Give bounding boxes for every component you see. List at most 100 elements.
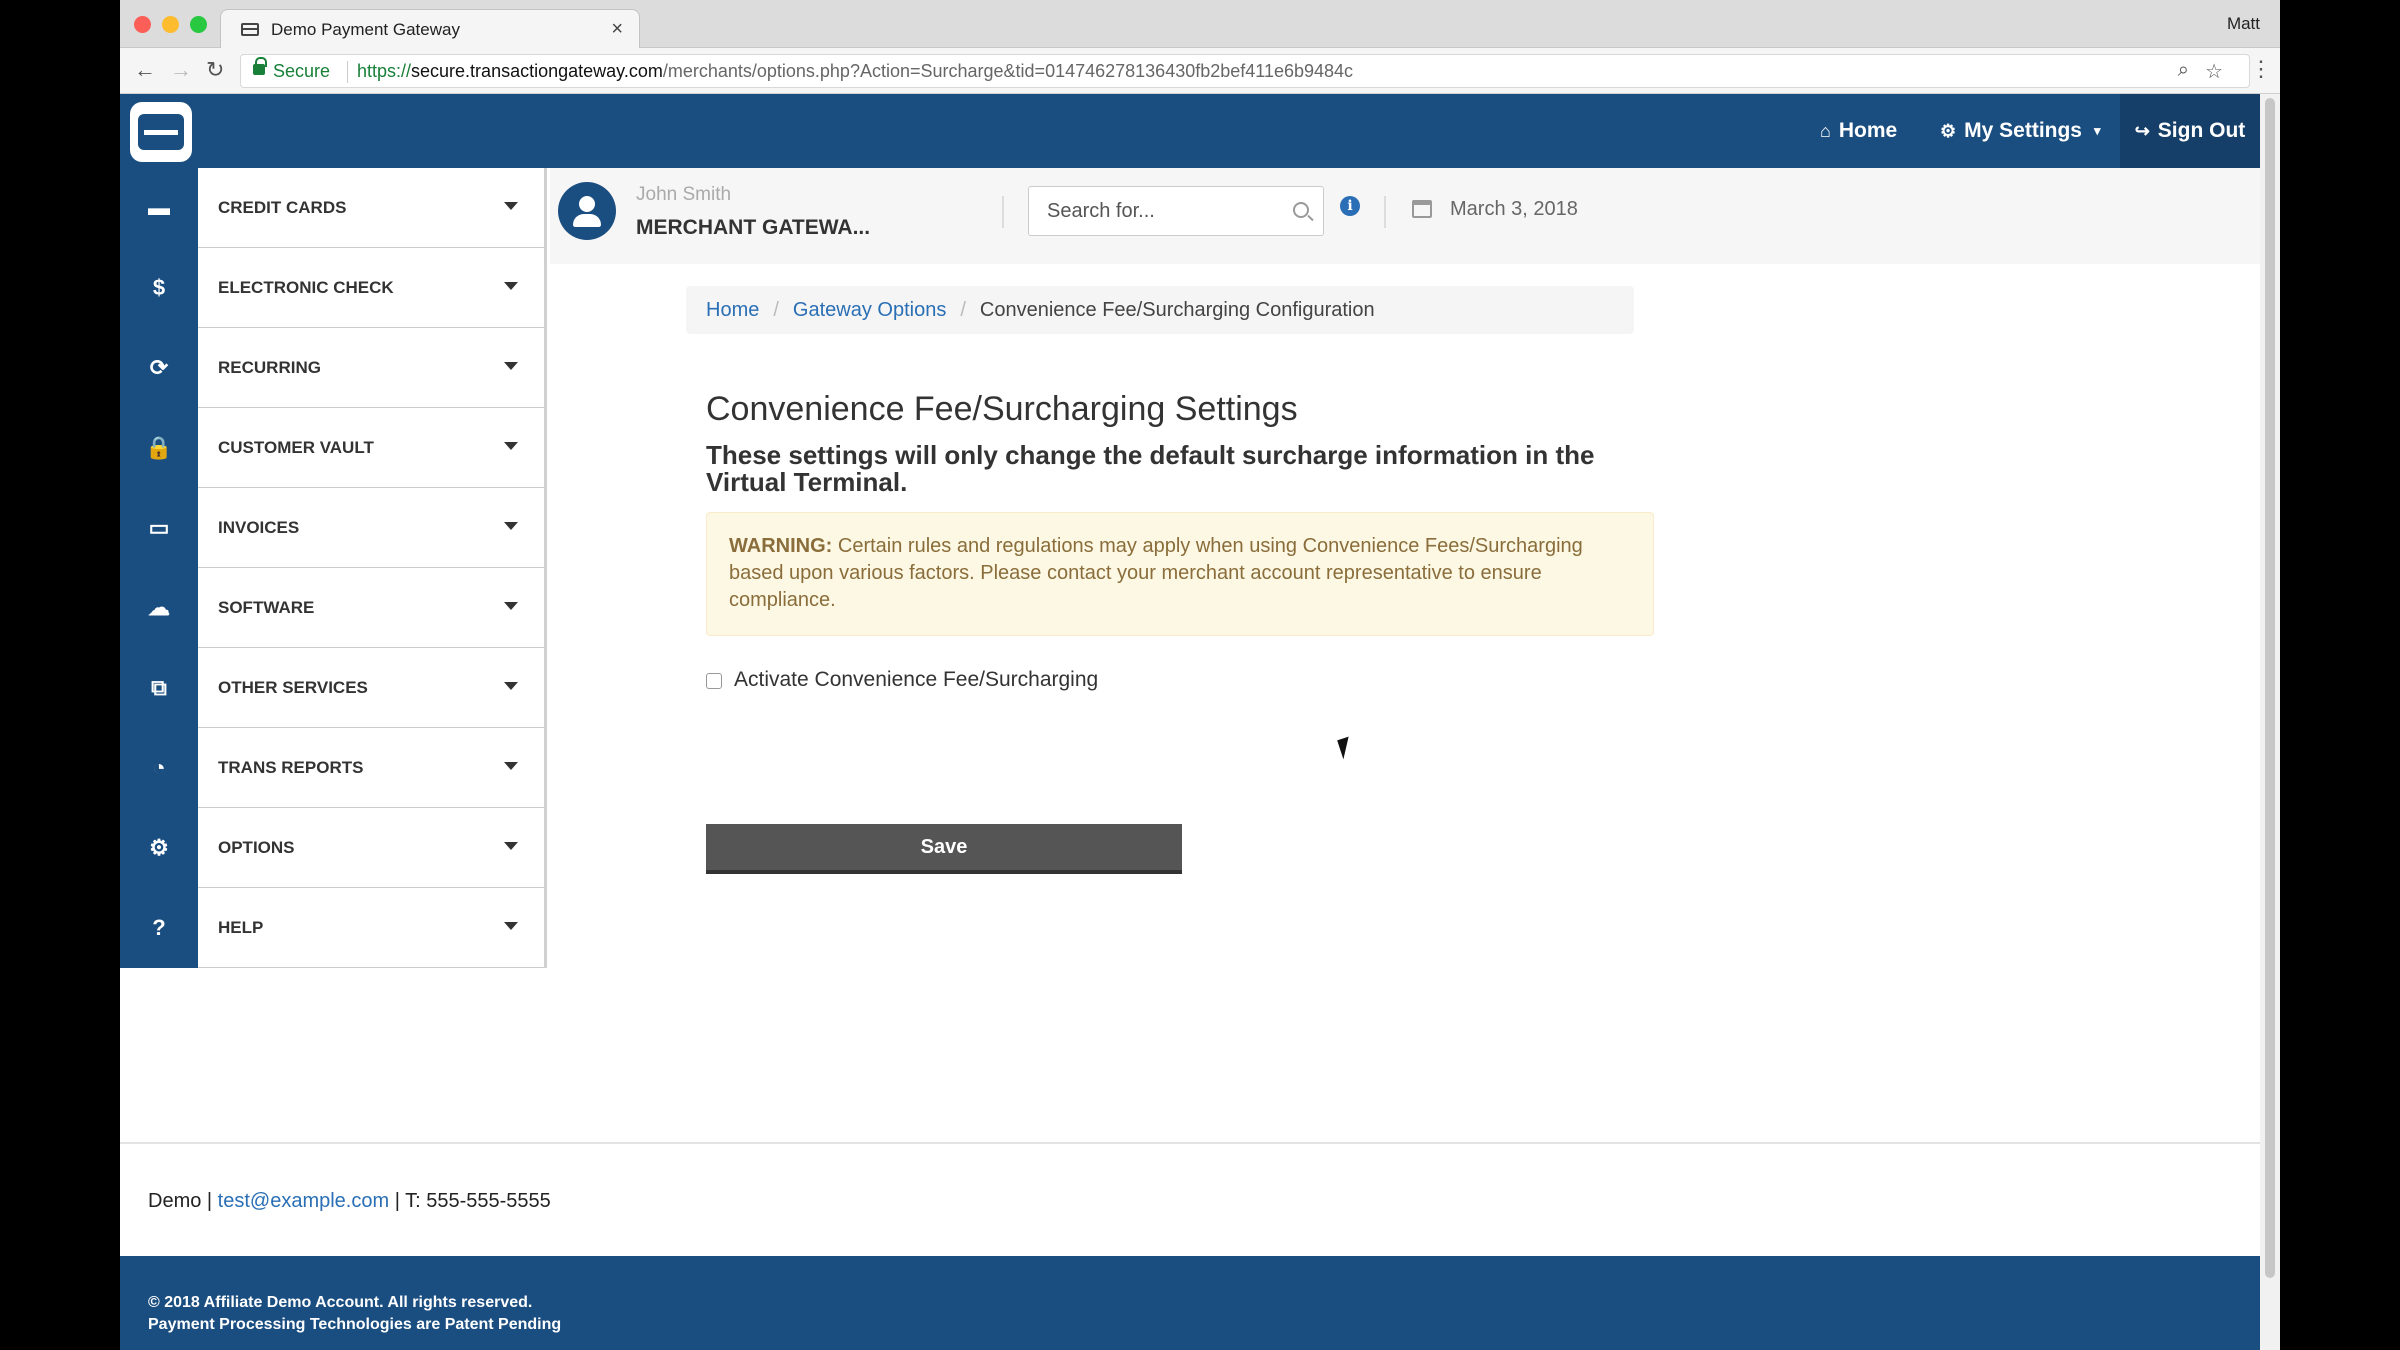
reload-icon[interactable]: ↻ — [206, 57, 224, 83]
profile-name[interactable]: Matt — [2227, 14, 2260, 34]
calendar-icon — [1412, 200, 1432, 218]
secure-label: Secure — [273, 61, 331, 81]
footer-company: Demo | — [148, 1190, 213, 1212]
caret-down-icon[interactable] — [504, 442, 518, 450]
tab-title: Demo Payment Gateway — [271, 20, 460, 39]
search-input[interactable] — [1029, 187, 1279, 235]
sidebar-item-recurring[interactable]: ⟳ RECURRING — [120, 328, 546, 408]
caret-down-icon[interactable] — [504, 922, 518, 930]
scrollbar-thumb[interactable] — [2265, 98, 2275, 1278]
browser-window: Demo Payment Gateway × Matt ← → ↻ Secure… — [120, 0, 2280, 1350]
sidebar-item-help[interactable]: ? HELP — [120, 888, 546, 968]
back-arrow-icon[interactable]: ← — [134, 57, 156, 83]
sidebar-item-label: RECURRING — [218, 358, 321, 377]
minimize-window-button[interactable] — [162, 16, 179, 33]
sidebar-item-label: ELECTRONIC CHECK — [218, 278, 394, 297]
browser-tab-active[interactable]: Demo Payment Gateway × — [220, 9, 640, 49]
app-logo[interactable] — [130, 102, 192, 162]
page-scrollbar[interactable] — [2260, 94, 2280, 1350]
nav-home-link[interactable]: ⌂ Home — [1820, 94, 1897, 168]
caret-down-icon[interactable] — [504, 362, 518, 370]
user-avatar-icon[interactable] — [558, 182, 616, 240]
dollar-icon: $ — [120, 248, 198, 328]
breadcrumb-separator: / — [960, 298, 966, 321]
bookmark-star-icon[interactable]: ☆ — [2205, 59, 2223, 84]
sidebar-item-label: HELP — [218, 918, 264, 937]
caret-down-icon[interactable] — [504, 602, 518, 610]
mouse-cursor-icon — [1337, 736, 1355, 760]
footer: Demo | test@example.com | T: 555-555-555… — [120, 1144, 2260, 1256]
breadcrumb-separator: / — [773, 298, 779, 321]
sidebar-item-electronic-check[interactable]: $ ELECTRONIC CHECK — [120, 248, 546, 328]
info-icon[interactable]: i — [1340, 196, 1360, 216]
caret-down-icon[interactable] — [504, 762, 518, 770]
pie-chart-icon: ◔ — [120, 728, 198, 808]
lock-icon — [253, 57, 267, 75]
tab-close-icon[interactable]: × — [611, 17, 623, 41]
card-favicon-icon — [241, 23, 259, 36]
breadcrumb: Home / Gateway Options / Convenience Fee… — [686, 286, 1634, 334]
nav-my-settings-dropdown[interactable]: ⚙ My Settings ▾ — [1940, 94, 2101, 168]
user-name: John Smith — [636, 184, 732, 205]
sidebar-item-other-services[interactable]: ⧉ OTHER SERVICES — [120, 648, 546, 728]
sidebar-item-label: CUSTOMER VAULT — [218, 438, 374, 457]
sign-out-button[interactable]: ↪ Sign Out — [2120, 94, 2260, 168]
breadcrumb-gateway-options-link[interactable]: Gateway Options — [793, 299, 946, 322]
activate-surcharging-label[interactable]: Activate Convenience Fee/Surcharging — [734, 668, 1098, 692]
refresh-icon: ⟳ — [120, 328, 198, 408]
address-divider — [347, 61, 348, 83]
search-box — [1028, 186, 1324, 236]
address-bar[interactable]: Secure https://secure.transactiongateway… — [240, 54, 2250, 88]
browser-menu-icon[interactable]: ⋮ — [2250, 56, 2272, 82]
forward-arrow-icon[interactable]: → — [170, 57, 192, 83]
caret-down-icon[interactable] — [504, 522, 518, 530]
caret-down-icon[interactable] — [504, 842, 518, 850]
caret-down-icon[interactable] — [504, 282, 518, 290]
footer-bottom: © 2018 Affiliate Demo Account. All right… — [120, 1256, 2260, 1350]
sign-out-icon: ↪ — [2134, 120, 2150, 141]
url-host: secure.transactiongateway.com — [411, 61, 663, 81]
sidebar-item-options[interactable]: ⚙ OPTIONS — [120, 808, 546, 888]
sidebar-item-label: INVOICES — [218, 518, 300, 537]
nav-home-label: Home — [1838, 119, 1898, 142]
credit-card-logo-icon — [138, 114, 184, 150]
gears-icon: ⚙ — [120, 808, 198, 888]
sidebar-item-label: SOFTWARE — [218, 598, 315, 617]
sidebar-item-software[interactable]: ☁ SOFTWARE — [120, 568, 546, 648]
cloud-icon: ☁ — [120, 568, 198, 648]
sidebar-item-invoices[interactable]: ▭ INVOICES — [120, 488, 546, 568]
save-button[interactable]: Save — [706, 824, 1182, 874]
sidebar-item-trans-reports[interactable]: ◔ TRANS REPORTS — [120, 728, 546, 808]
close-window-button[interactable] — [134, 16, 151, 33]
caret-down-icon[interactable] — [504, 682, 518, 690]
lock-icon: 🔒 — [120, 408, 198, 488]
maximize-window-button[interactable] — [190, 16, 207, 33]
browser-toolbar: ← → ↻ Secure https://secure.transactiong… — [120, 48, 2280, 94]
caret-down-icon[interactable] — [504, 202, 518, 210]
sidebar-item-customer-vault[interactable]: 🔒 CUSTOMER VAULT — [120, 408, 546, 488]
browser-tab-bar: Demo Payment Gateway × Matt — [120, 0, 2280, 49]
footer-email-link[interactable]: test@example.com — [218, 1190, 389, 1212]
search-icon[interactable] — [1293, 202, 1309, 218]
vertical-divider — [1384, 196, 1386, 228]
zoom-icon[interactable]: ⌕ — [2178, 59, 2189, 82]
sidebar-item-label: TRANS REPORTS — [218, 758, 364, 777]
sidebar-item-credit-cards[interactable]: ▬ CREDIT CARDS — [120, 168, 546, 248]
sidebar-item-label: OTHER SERVICES — [218, 678, 368, 697]
credit-card-icon: ▬ — [120, 168, 198, 248]
sidebar-divider — [544, 168, 547, 968]
nav-settings-label: My Settings — [1964, 119, 2082, 142]
home-icon: ⌂ — [1820, 120, 1831, 141]
app-header: ⌂ Home ⚙ My Settings ▾ ↪ Sign Out — [120, 94, 2260, 168]
url-text[interactable]: https://secure.transactiongateway.com/me… — [357, 61, 1353, 82]
sidebar-menu: ▬ CREDIT CARDS $ ELECTRONIC CHECK ⟳ RECURRING… — [120, 168, 546, 968]
breadcrumb-home-link[interactable]: Home — [706, 299, 759, 322]
inbox-icon: ▭ — [120, 488, 198, 568]
activate-surcharging-checkbox[interactable] — [706, 673, 722, 689]
footer-contact: Demo | test@example.com | T: 555-555-555… — [148, 1190, 551, 1213]
footer-phone: | T: 555-555-5555 — [394, 1190, 551, 1212]
sidebar-item-label: CREDIT CARDS — [218, 198, 347, 217]
screen: Demo Payment Gateway × Matt ← → ↻ Secure… — [0, 0, 2400, 1350]
warning-alert: WARNING: Certain rules and regulations m… — [706, 512, 1654, 636]
warning-text: Certain rules and regulations may apply … — [729, 535, 1583, 611]
